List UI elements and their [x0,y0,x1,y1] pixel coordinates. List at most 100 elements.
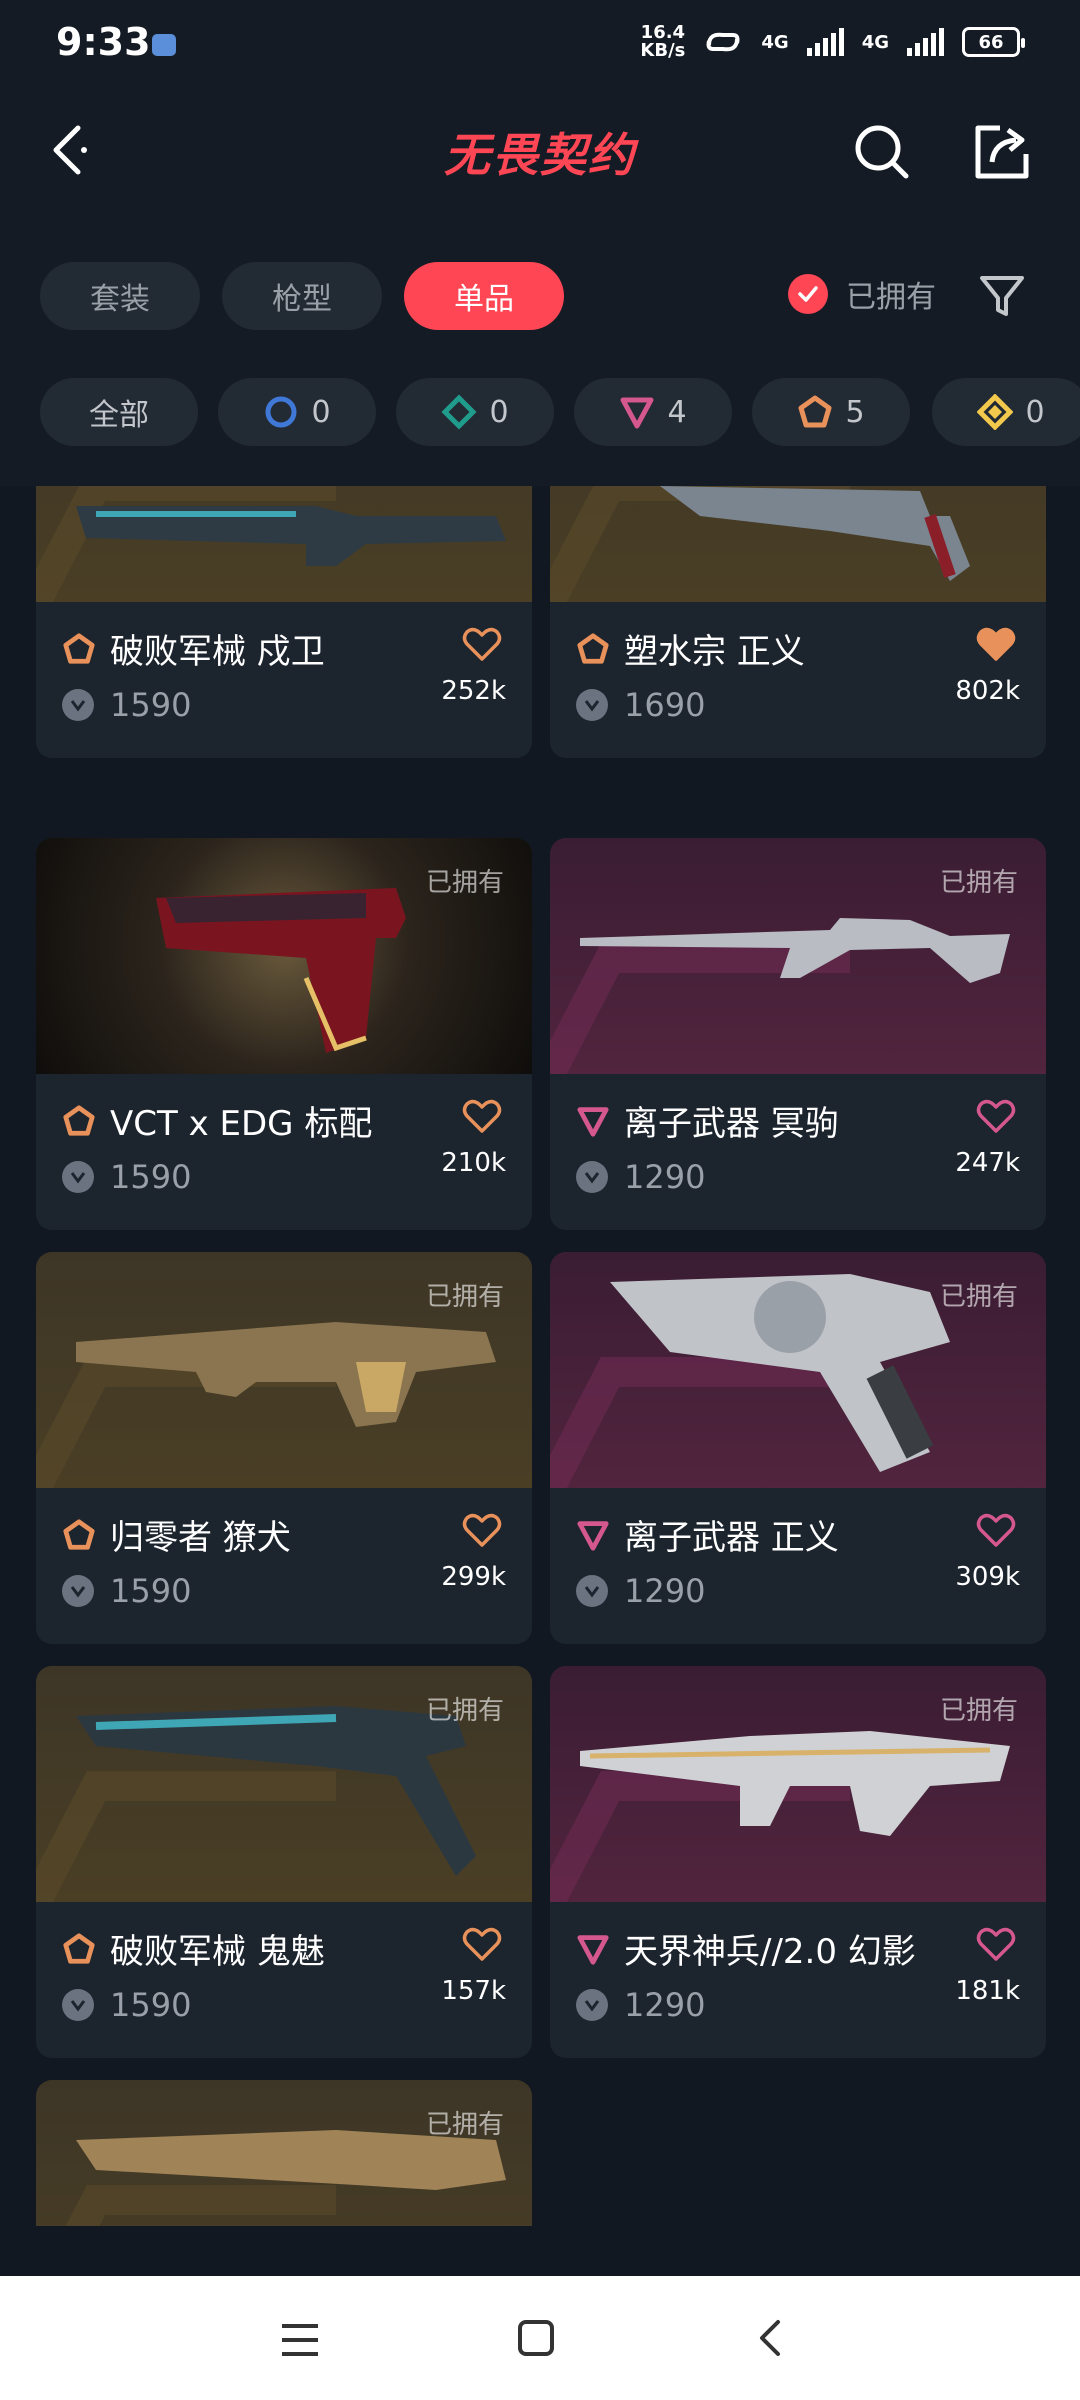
status-bar: 9:33 16.4 KB/s 4G 4G 66 [0,0,1080,90]
status-indicators: 16.4 KB/s 4G 4G 66 [640,24,1025,60]
favorite-count: 802k [955,676,1020,706]
heart-outline-icon[interactable] [462,1098,502,1134]
premium-tier-icon [577,1106,609,1137]
heart-filled-icon[interactable] [976,626,1016,662]
home-square-icon[interactable] [516,2318,556,2358]
vp-currency-icon [576,1161,608,1193]
vp-currency-icon [62,1161,94,1193]
category-tabs: 套装 枪型 单品 已拥有 [0,230,1080,362]
vp-currency-icon [62,1989,94,2021]
skin-card[interactable]: 破败军械 戍卫 1590 252k [36,486,532,758]
heart-outline-icon[interactable] [462,1512,502,1548]
skin-price-value: 1290 [624,1158,706,1196]
premium-tier-icon [577,1520,609,1551]
skin-name: 破败军械 戍卫 [62,624,325,673]
tier-chip-count: 0 [311,394,331,430]
check-icon [788,274,828,314]
menu-icon[interactable] [278,2320,322,2360]
favorite-count: 309k [955,1562,1020,1592]
skin-price: 1290 [576,1986,705,2024]
owned-tag: 已拥有 [425,1696,504,1726]
skin-name: 破败军械 鬼魅 [62,1924,325,1973]
exclusive-tier-icon [63,632,95,664]
skin-card[interactable]: 已拥有 离子武器 正义 1290 309k [550,1252,1046,1644]
favorite-count: 299k [441,1562,506,1592]
skin-name: 塑水宗 正义 [576,624,805,673]
skin-card[interactable]: 已拥有 破败军械 鬼魅 1590 157k [36,1666,532,2058]
tab-bundles[interactable]: 套装 [40,262,200,330]
vp-currency-icon [62,689,94,721]
tier-chip-exclusive[interactable]: 5 [752,378,910,446]
ultra-tier-icon [977,394,1014,430]
tier-chip-premium[interactable]: 4 [574,378,732,446]
skin-price-value: 1590 [110,1572,192,1610]
status-time: 9:33 [56,20,151,64]
skin-price: 1590 [62,1986,191,2024]
tab-single-items[interactable]: 单品 [404,262,564,330]
filter-funnel-icon[interactable] [976,270,1028,322]
premium-tier-icon [577,1934,609,1965]
vp-currency-icon [576,1575,608,1607]
owned-filter-label: 已拥有 [846,280,936,315]
signal-2-label: 4G [861,31,889,53]
skin-card[interactable]: 已拥有 归零者 獠犬 1590 299k [36,1252,532,1644]
tier-filter-row: 全部 0 0 4 5 0 [0,362,1080,486]
tier-chip-label: 全部 [89,398,149,433]
skin-card[interactable]: 已拥有 VCT x EDG 标配 1590 210k [36,838,532,1230]
skin-price: 1290 [576,1158,705,1196]
search-icon[interactable] [850,120,914,184]
tier-chip-all[interactable]: 全部 [40,378,198,446]
hotspot-link-icon [706,32,740,52]
select-tier-icon [265,396,297,428]
signal-1-bars-icon [806,28,844,56]
skin-price: 1290 [576,1572,705,1610]
skin-price: 1590 [62,1158,191,1196]
battery-level: 66 [978,31,1004,53]
skin-name-text: VCT x EDG 标配 [110,1104,373,1144]
heart-outline-icon[interactable] [462,1926,502,1962]
skin-image [36,486,532,602]
heart-outline-icon[interactable] [976,1926,1016,1962]
tier-chip-ultra[interactable]: 0 [932,378,1080,446]
skin-name-text: 归零者 獠犬 [110,1518,291,1558]
tier-chip-count: 5 [845,394,865,430]
tier-chip-count: 4 [667,394,687,430]
skin-name-text: 破败军械 戍卫 [110,632,325,672]
skin-card[interactable]: 已拥有 [36,2080,532,2226]
tab-weapon-type[interactable]: 枪型 [222,262,382,330]
skin-price-value: 1690 [624,686,706,724]
favorite-count: 181k [955,1976,1020,2006]
skin-card[interactable]: 已拥有 离子武器 冥驹 1290 247k [550,838,1046,1230]
deluxe-tier-icon [441,394,477,430]
chevron-left-icon[interactable] [40,120,100,180]
skin-name-text: 离子武器 冥驹 [624,1104,839,1144]
skin-card[interactable]: 已拥有 天界神兵//2.0 幻影 1290 181k [550,1666,1046,2058]
owned-tag: 已拥有 [425,868,504,898]
tier-chip-deluxe[interactable]: 0 [396,378,554,446]
favorite-count: 210k [441,1148,506,1178]
owned-filter-toggle[interactable]: 已拥有 [788,272,936,316]
heart-outline-icon[interactable] [462,626,502,662]
skin-price-value: 1590 [110,1986,192,2024]
tier-chip-select[interactable]: 0 [218,378,376,446]
signal-2-bars-icon [907,28,944,56]
skin-name: 离子武器 冥驹 [576,1096,839,1145]
exclusive-tier-icon [798,395,832,428]
heart-outline-icon[interactable] [976,1098,1016,1134]
owned-tag: 已拥有 [425,2110,504,2140]
exclusive-tier-icon [63,1932,95,1964]
skin-grid: 破败军械 戍卫 1590 252k 塑水宗 正义 1690 802k 已拥有 V… [0,486,1080,2226]
nav-back-icon[interactable] [752,2318,792,2358]
battery-icon: 66 [962,27,1025,57]
heart-outline-icon[interactable] [976,1512,1016,1548]
skin-price-value: 1290 [624,1986,706,2024]
favorite-count: 252k [441,676,506,706]
skin-card[interactable]: 塑水宗 正义 1690 802k [550,486,1046,758]
owned-tag: 已拥有 [939,1282,1018,1312]
skin-name: 归零者 獠犬 [62,1510,291,1559]
skin-name: VCT x EDG 标配 [62,1096,372,1145]
share-icon[interactable] [970,120,1034,184]
vp-currency-icon [62,1575,94,1607]
skin-price: 1690 [576,686,705,724]
skin-price-value: 1590 [110,686,192,724]
